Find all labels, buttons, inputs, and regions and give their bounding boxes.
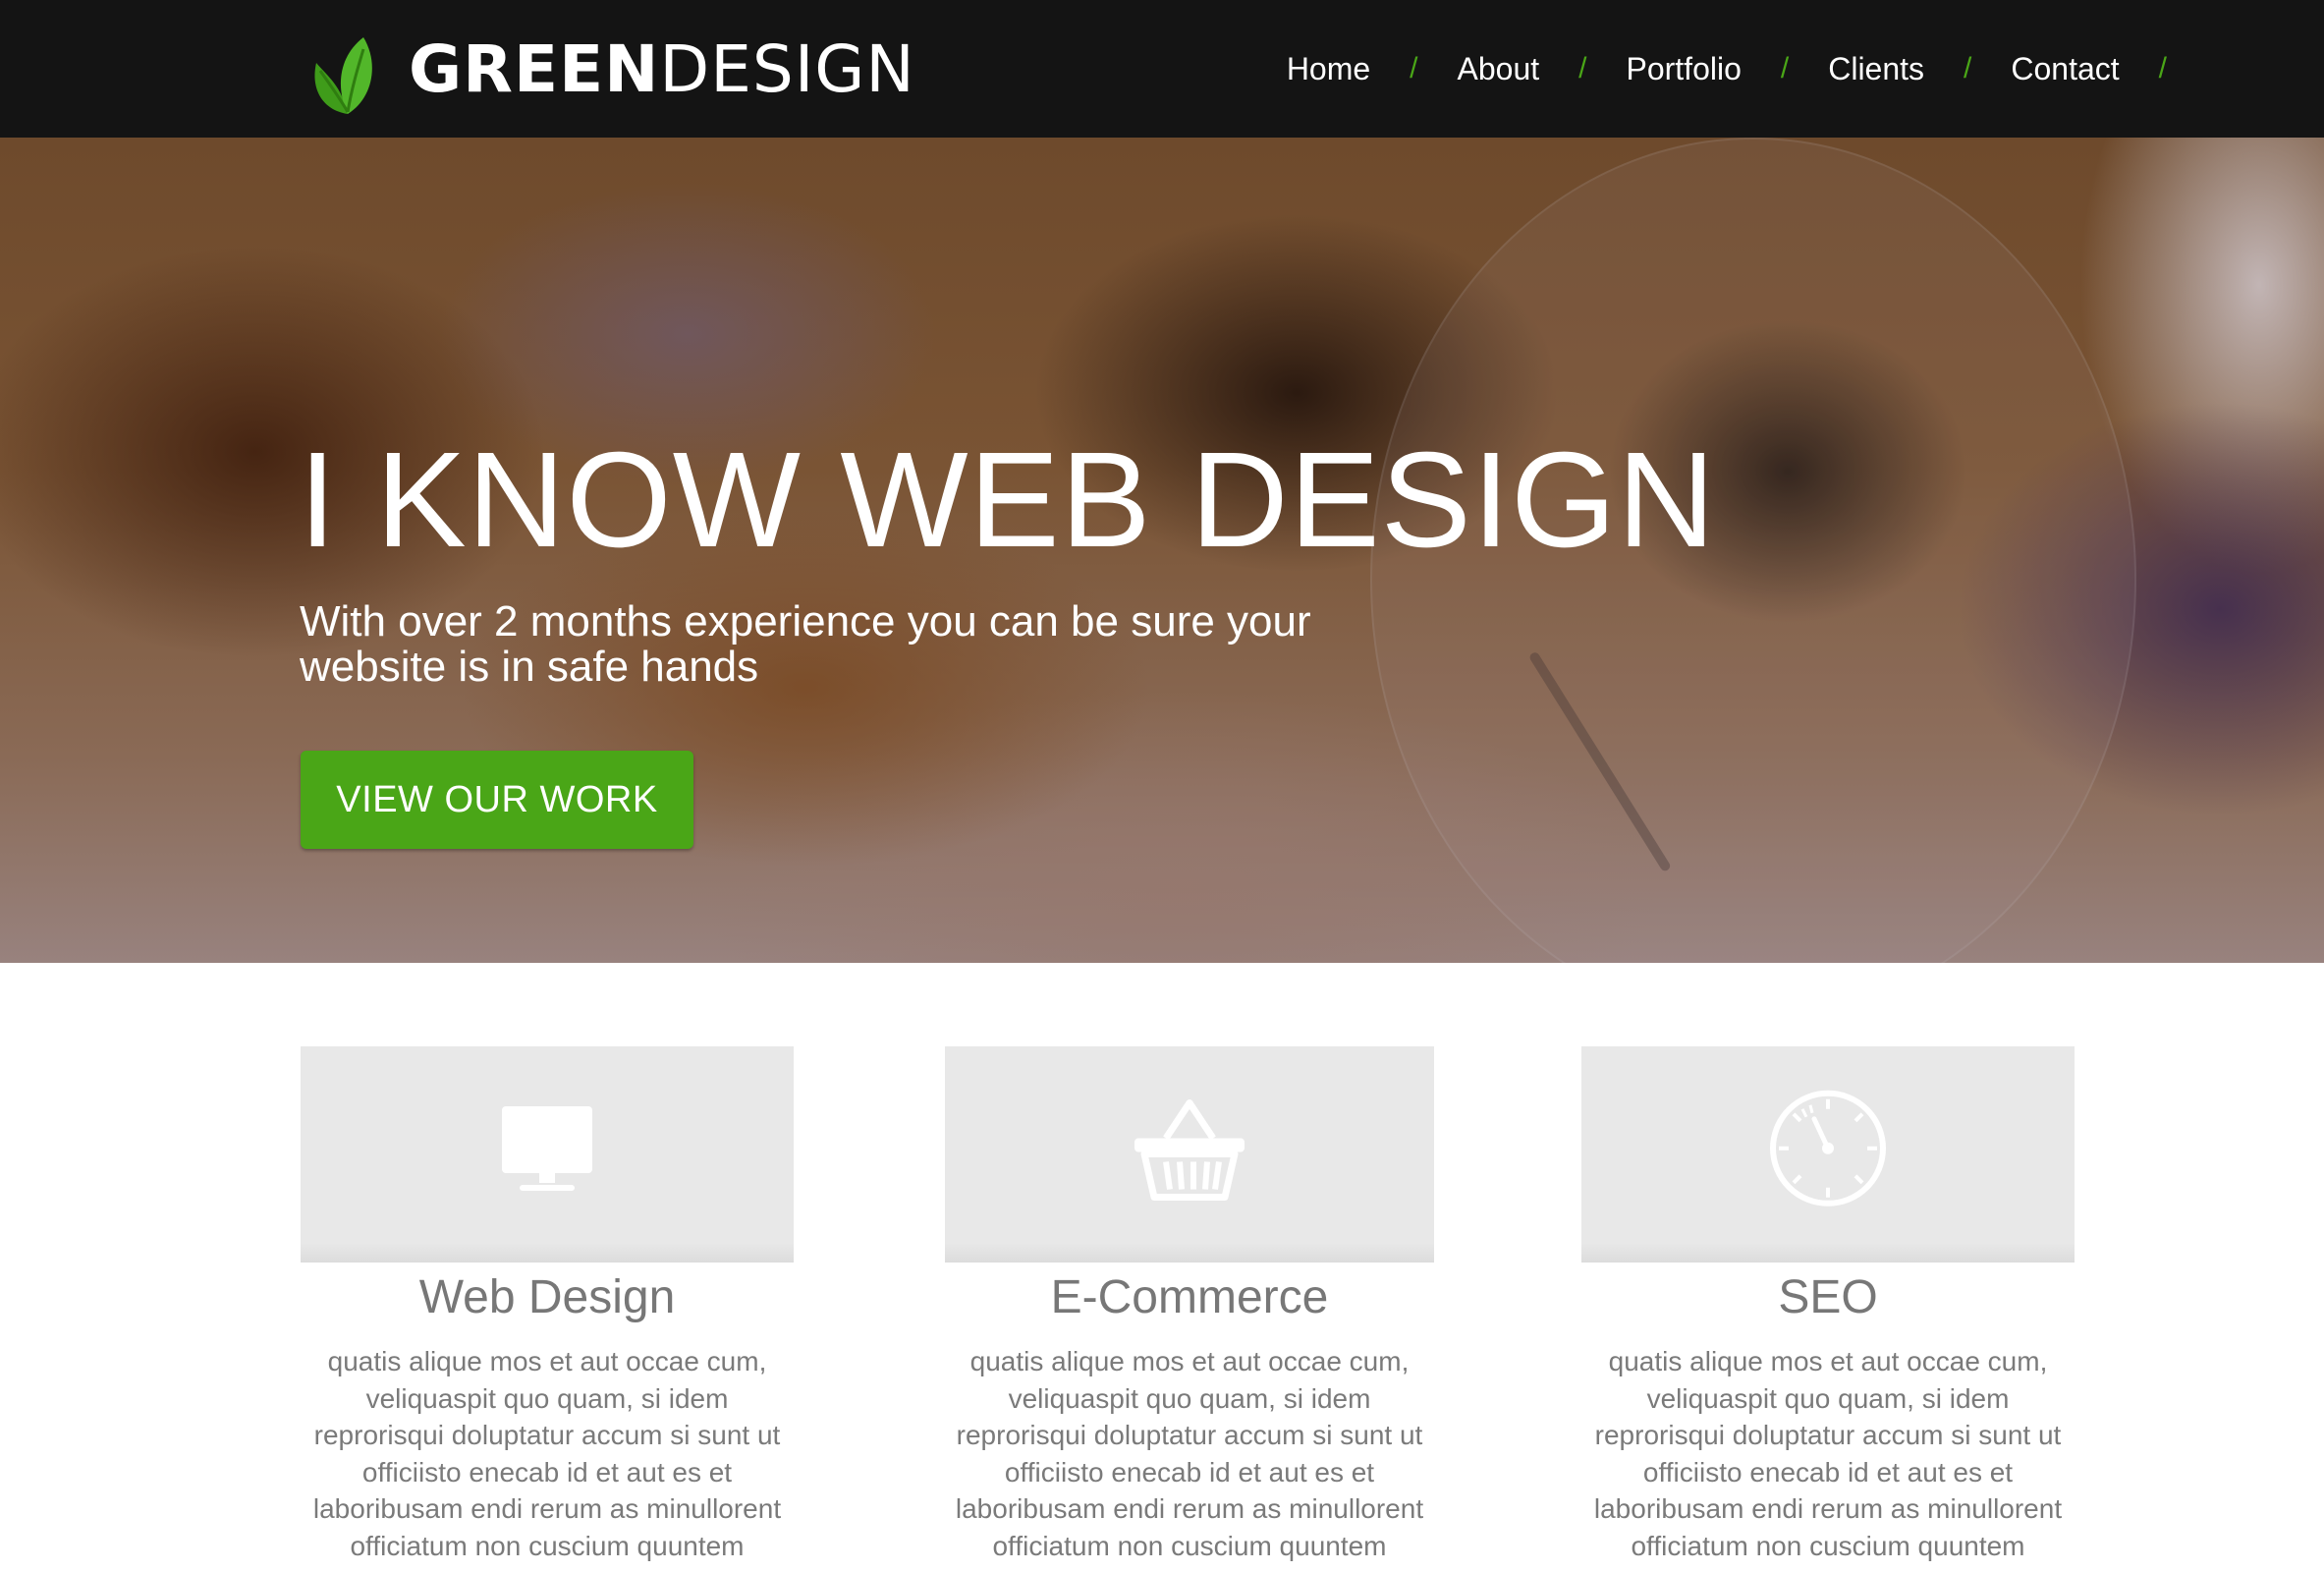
- nav-clients[interactable]: Clients: [1828, 51, 1924, 87]
- nav-about[interactable]: About: [1458, 51, 1540, 87]
- hero-banner: I KNOW WEB DESIGN With over 2 months exp…: [0, 138, 2324, 963]
- service-title: SEO: [1778, 1271, 1878, 1323]
- service-seo: SEO quatis alique mos et aut occae cum, …: [1581, 1046, 2075, 1564]
- nav-separator: /: [1964, 52, 1972, 84]
- hero-subtitle: With over 2 months experience you can be…: [300, 597, 1311, 691]
- service-web-design: Web Design quatis alique mos et aut occa…: [301, 1046, 794, 1564]
- service-description: quatis alique mos et aut occae cum, veli…: [312, 1346, 782, 1561]
- service-title: Web Design: [418, 1271, 676, 1323]
- site-header: GREENDESIGN Home / About / Portfolio / C…: [0, 0, 2324, 138]
- service-icon-box: [945, 1046, 1434, 1263]
- main-nav: Home / About / Portfolio / Clients / Con…: [1287, 0, 2167, 138]
- service-e-commerce: E-Commerce quatis alique mos et aut occa…: [945, 1046, 1434, 1564]
- logo-text-bold: GREEN: [409, 30, 660, 107]
- nav-separator: /: [2158, 52, 2167, 84]
- service-description: quatis alique mos et aut occae cum, veli…: [1593, 1346, 2063, 1561]
- monitor-icon: [502, 1106, 592, 1191]
- logo[interactable]: GREENDESIGN: [308, 20, 915, 118]
- nav-separator: /: [1780, 52, 1790, 84]
- nav-portfolio[interactable]: Portfolio: [1626, 51, 1741, 87]
- service-title: E-Commerce: [1050, 1271, 1329, 1323]
- view-our-work-button[interactable]: VIEW OUR WORK: [301, 751, 693, 849]
- nav-separator: /: [1578, 52, 1587, 84]
- nav-separator: /: [1410, 52, 1418, 84]
- leaf-logo-icon: [314, 37, 372, 114]
- service-icon-box: [1581, 1046, 2075, 1263]
- nav-home[interactable]: Home: [1287, 51, 1370, 87]
- service-description: quatis alique mos et aut occae cum, veli…: [955, 1346, 1424, 1561]
- service-icon-box: [301, 1046, 794, 1263]
- basket-icon: [1134, 1099, 1245, 1201]
- speedometer-icon: [1770, 1090, 1886, 1207]
- hero-title: I KNOW WEB DESIGN: [299, 424, 1717, 576]
- logo-text: GREENDESIGN: [409, 31, 915, 107]
- nav-contact[interactable]: Contact: [2011, 51, 2119, 87]
- logo-text-light: DESIGN: [659, 30, 915, 107]
